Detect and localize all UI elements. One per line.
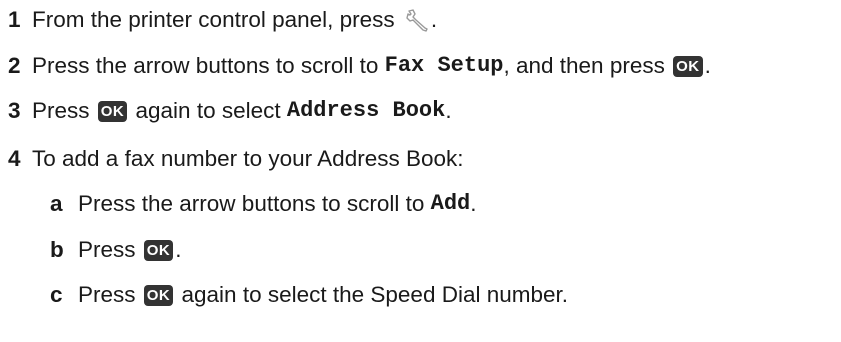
ok-button-icon: OK bbox=[143, 284, 174, 306]
substep-letter: b bbox=[50, 237, 64, 262]
substep-text-end: . bbox=[470, 191, 477, 216]
substep-text-end: again to select the Speed Dial number. bbox=[175, 282, 569, 307]
step-text: To add a fax number to your Address Book… bbox=[32, 146, 464, 171]
ok-button-icon: OK bbox=[143, 239, 174, 261]
step-number: 3 bbox=[8, 98, 21, 123]
substep-letter: c bbox=[50, 282, 63, 307]
substep-text: Press bbox=[78, 237, 142, 262]
menu-item-code: Address Book bbox=[286, 98, 446, 123]
step-text: Press bbox=[32, 98, 96, 123]
substep-text: Press bbox=[78, 282, 142, 307]
step-text-middle: again to select bbox=[129, 98, 287, 123]
ok-button-icon: OK bbox=[673, 55, 703, 77]
step-1: 1 From the printer control panel, press … bbox=[8, 6, 437, 34]
step-number: 4 bbox=[8, 146, 21, 171]
substep-a: a Press the arrow buttons to scroll to A… bbox=[50, 190, 477, 218]
step-text-middle: , and then press bbox=[503, 53, 672, 78]
ok-button-icon: OK bbox=[97, 100, 128, 122]
step-text-end: . bbox=[704, 53, 711, 78]
step-2: 2 Press the arrow buttons to scroll to F… bbox=[8, 52, 711, 80]
step-3: 3 Press OK again to select Address Book … bbox=[8, 97, 452, 125]
menu-item-code: Add bbox=[430, 191, 471, 216]
step-text-end: . bbox=[445, 98, 452, 123]
substep-text-end: . bbox=[175, 237, 182, 262]
step-text: From the printer control panel, press bbox=[32, 7, 401, 32]
step-number: 2 bbox=[8, 53, 21, 78]
step-4: 4 To add a fax number to your Address Bo… bbox=[8, 145, 464, 173]
menu-item-code: Fax Setup bbox=[384, 53, 504, 78]
wrench-icon bbox=[406, 9, 428, 32]
substep-letter: a bbox=[50, 191, 63, 216]
step-number: 1 bbox=[8, 7, 21, 32]
step-text-end: . bbox=[430, 7, 438, 32]
substep-c: c Press OK again to select the Speed Dia… bbox=[50, 281, 568, 309]
substep-b: b Press OK . bbox=[50, 236, 182, 264]
step-text: Press the arrow buttons to scroll to bbox=[32, 53, 385, 78]
substep-text: Press the arrow buttons to scroll to bbox=[78, 191, 431, 216]
